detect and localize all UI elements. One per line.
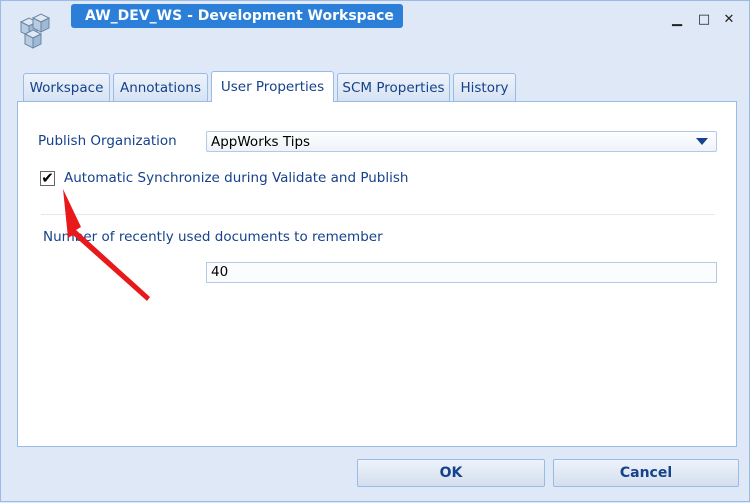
dialog-window: AW_DEV_WS - Development Workspace ▁ □ ✕ … <box>0 0 750 502</box>
tab-user-properties[interactable]: User Properties <box>211 71 334 102</box>
title-bar[interactable]: AW_DEV_WS - Development Workspace ▁ □ ✕ <box>1 1 749 49</box>
recent-docs-label: Number of recently used documents to rem… <box>43 229 383 245</box>
auto-sync-label: Automatic Synchronize during Validate an… <box>64 170 409 186</box>
maximize-button[interactable]: □ <box>696 12 712 28</box>
publish-organization-label: Publish Organization <box>38 133 177 149</box>
separator <box>41 214 715 215</box>
close-button[interactable]: ✕ <box>721 12 737 28</box>
minimize-button[interactable]: ▁ <box>669 12 685 28</box>
cancel-button[interactable]: Cancel <box>553 459 739 487</box>
dropdown-arrow-icon[interactable] <box>696 138 708 145</box>
checkmark-icon: ✔ <box>41 169 54 187</box>
ok-button[interactable]: OK <box>357 459 545 487</box>
tab-workspace[interactable]: Workspace <box>23 73 110 101</box>
window-title: AW_DEV_WS - Development Workspace <box>71 4 403 28</box>
tab-annotations[interactable]: Annotations <box>113 73 208 101</box>
auto-sync-checkbox[interactable]: ✔ <box>40 171 55 186</box>
tab-scm-properties[interactable]: SCM Properties <box>337 73 450 101</box>
recent-docs-field[interactable]: 40 <box>206 262 717 283</box>
publish-organization-select[interactable]: AppWorks Tips <box>206 131 717 152</box>
tab-history[interactable]: History <box>453 73 516 101</box>
publish-organization-value: AppWorks Tips <box>211 134 311 150</box>
app-cubes-icon <box>19 13 51 49</box>
